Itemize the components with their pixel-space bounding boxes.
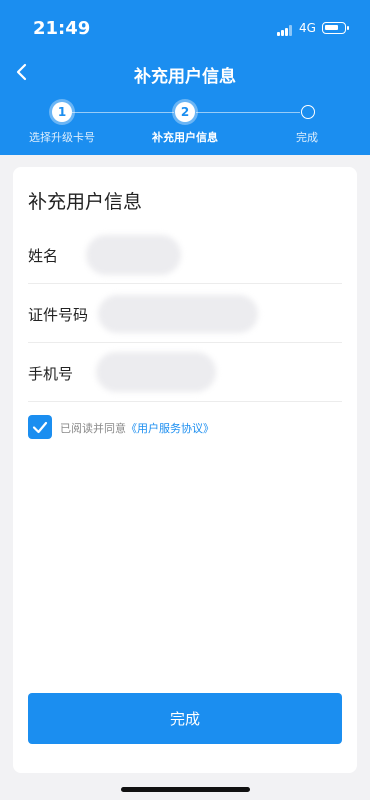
status-bar: 21:49 4G xyxy=(0,0,370,58)
header: 21:49 4G 补充用户信息 1 2 选择升级卡号 补充用户信息 完成 xyxy=(0,0,370,155)
step-indicator: 1 2 选择升级卡号 补充用户信息 完成 xyxy=(0,96,370,151)
user-agreement-link[interactable]: 《用户服务协议》 xyxy=(126,422,214,435)
name-row: 姓名 xyxy=(28,225,342,284)
agreement-text: 已阅读并同意《用户服务协议》 xyxy=(60,420,214,436)
step-1-label: 选择升级卡号 xyxy=(29,131,95,144)
form-card: 补充用户信息 姓名 证件号码 手机号 已阅读并同意《用户服务协议》 完成 xyxy=(13,167,357,773)
step-connector xyxy=(196,112,300,113)
signal-icon xyxy=(277,25,295,36)
check-icon xyxy=(32,421,48,434)
step-1-circle: 1 xyxy=(52,102,72,122)
step-3-label: 完成 xyxy=(296,131,318,144)
name-field[interactable] xyxy=(86,235,181,275)
phone-field[interactable] xyxy=(96,352,216,392)
page-title: 补充用户信息 xyxy=(134,67,236,87)
id-number-label: 证件号码 xyxy=(28,306,89,324)
name-label: 姓名 xyxy=(28,247,59,265)
agreement-checkbox[interactable] xyxy=(28,415,52,439)
step-2-label: 补充用户信息 xyxy=(152,131,218,144)
network-type: 4G xyxy=(299,21,316,35)
step-2-circle: 2 xyxy=(175,102,195,122)
id-number-field[interactable] xyxy=(98,295,258,333)
agreement-prefix: 已阅读并同意 xyxy=(60,422,126,435)
step-3-circle xyxy=(301,105,315,119)
battery-icon xyxy=(322,22,349,34)
home-indicator xyxy=(121,787,250,792)
step-connector xyxy=(72,112,174,113)
status-time: 21:49 xyxy=(33,18,91,39)
id-number-row: 证件号码 xyxy=(28,284,342,343)
nav-bar: 补充用户信息 xyxy=(0,52,370,92)
complete-button[interactable]: 完成 xyxy=(28,693,342,744)
phone-row: 手机号 xyxy=(28,343,342,402)
phone-label: 手机号 xyxy=(28,365,74,383)
form-title: 补充用户信息 xyxy=(28,191,143,213)
